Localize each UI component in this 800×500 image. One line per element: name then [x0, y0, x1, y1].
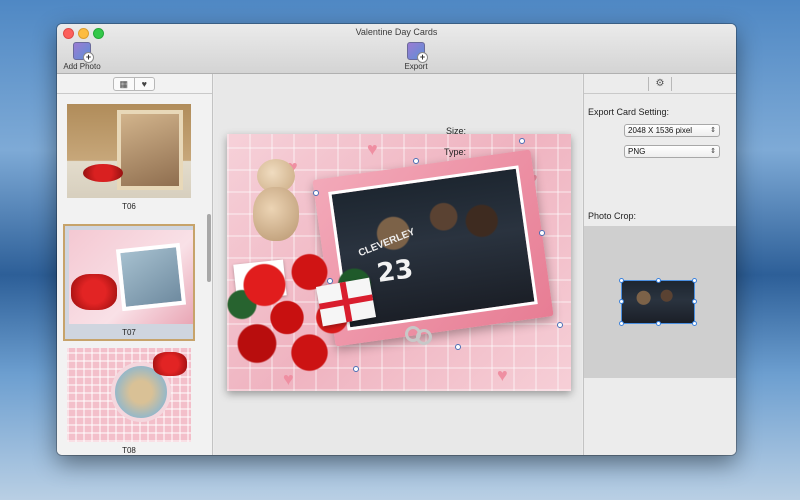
- template-thumbnail: [67, 348, 191, 442]
- heart-decoration-icon: ♥: [497, 365, 508, 385]
- resize-handle[interactable]: [353, 366, 359, 372]
- template-label: T07: [122, 328, 136, 337]
- type-value: PNG: [628, 147, 646, 156]
- resize-handle[interactable]: [413, 158, 419, 164]
- photo-crop-area[interactable]: [584, 226, 736, 378]
- add-photo-label: Add Photo: [63, 62, 101, 71]
- gear-icon[interactable]: ⚙: [648, 77, 672, 91]
- template-sidebar: ▦ ♥ T06 T07 T08: [57, 74, 213, 455]
- heart-icon[interactable]: ♥: [133, 78, 155, 90]
- chevron-updown-icon: ⇕: [710, 148, 716, 155]
- export-icon: [407, 42, 428, 63]
- crop-photo-preview[interactable]: [619, 278, 697, 326]
- heart-decoration-icon: ♥: [367, 139, 378, 159]
- app-window: Valentine Day Cards Add Photo Export ▦ ♥…: [57, 24, 736, 455]
- card-canvas-area: ♥ ♥ ♥ ♥ ♥ CLEVERLEY 23: [214, 74, 582, 455]
- resize-handle[interactable]: [557, 322, 563, 328]
- template-item-t07[interactable]: T07: [63, 224, 195, 341]
- resize-handle[interactable]: [313, 190, 319, 196]
- export-label: Export: [404, 62, 428, 71]
- window-title: Valentine Day Cards: [355, 27, 438, 37]
- size-value: 2048 X 1536 pixel: [628, 126, 693, 135]
- chevron-updown-icon: ⇕: [710, 127, 716, 134]
- crop-handle[interactable]: [619, 299, 624, 304]
- crop-handle[interactable]: [656, 278, 661, 283]
- valentine-card-preview: ♥ ♥ ♥ ♥ ♥ CLEVERLEY 23: [227, 134, 571, 391]
- resize-handle[interactable]: [539, 230, 545, 236]
- template-thumbnail: [67, 104, 191, 198]
- add-photo-icon: [73, 42, 94, 63]
- template-label: T08: [122, 446, 136, 455]
- rings-image: [405, 324, 435, 346]
- export-button[interactable]: Export: [391, 42, 441, 71]
- size-label: Size:: [445, 126, 466, 136]
- template-item-t06[interactable]: T06: [63, 100, 195, 213]
- template-label: T06: [122, 202, 136, 211]
- type-label: Type:: [443, 147, 466, 157]
- divider: [584, 93, 736, 94]
- resize-handle[interactable]: [327, 278, 333, 284]
- export-settings-panel: ⚙ Export Card Setting: Size: 2048 X 1536…: [444, 74, 736, 455]
- size-select[interactable]: 2048 X 1536 pixel ⇕: [624, 124, 720, 137]
- crop-handle[interactable]: [692, 321, 697, 326]
- add-photo-button[interactable]: Add Photo: [57, 42, 107, 71]
- jersey-number-text: 23: [374, 254, 416, 289]
- resize-handle[interactable]: [455, 344, 461, 350]
- type-select[interactable]: PNG ⇕: [624, 145, 720, 158]
- template-item-t08[interactable]: T08: [63, 344, 195, 455]
- crop-handle[interactable]: [692, 299, 697, 304]
- sidebar-scrollbar[interactable]: [207, 214, 211, 282]
- crop-handle[interactable]: [619, 321, 624, 326]
- title-bar: Valentine Day Cards Add Photo Export: [57, 24, 736, 74]
- export-setting-heading: Export Card Setting:: [588, 107, 670, 117]
- crop-handle[interactable]: [619, 278, 624, 283]
- teddy-bear-image: [247, 159, 305, 243]
- grid-icon[interactable]: ▦: [114, 78, 134, 90]
- template-thumbnail: [69, 230, 193, 324]
- resize-handle[interactable]: [519, 138, 525, 144]
- sidebar-segmented-control: ▦ ♥: [113, 77, 155, 91]
- photo-crop-label: Photo Crop:: [588, 211, 637, 221]
- divider: [57, 93, 212, 94]
- crop-handle[interactable]: [656, 321, 661, 326]
- crop-handle[interactable]: [692, 278, 697, 283]
